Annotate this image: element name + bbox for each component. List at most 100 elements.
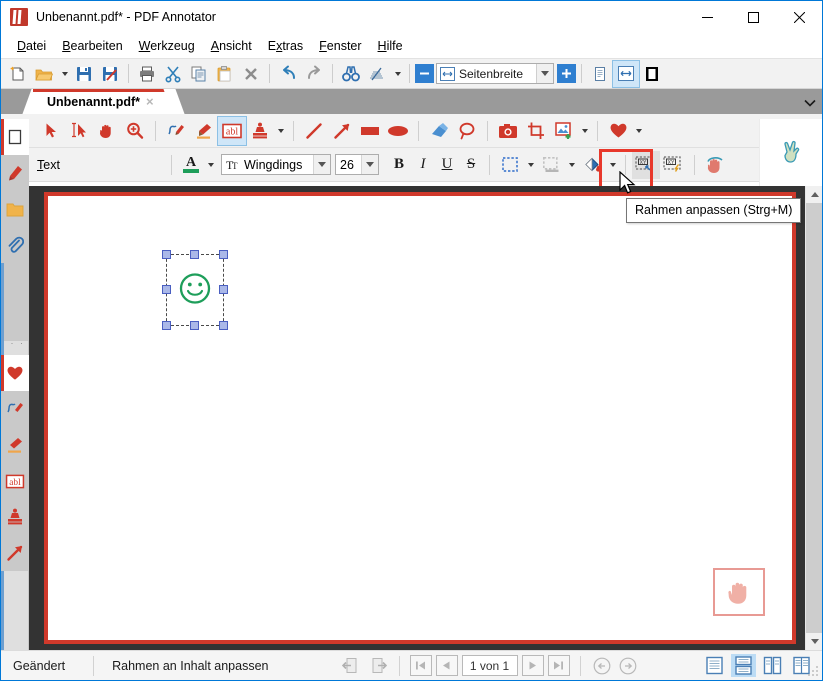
sidebar-item-bookmarks[interactable] [1, 155, 29, 191]
print-icon[interactable] [134, 61, 160, 87]
sidebar-item-favorites[interactable] [1, 355, 29, 391]
strikethrough-button[interactable]: S [459, 153, 483, 177]
hand-pan-tool-icon[interactable] [93, 117, 121, 145]
favorites-heart-tool-icon[interactable] [604, 117, 632, 145]
shadow-style-dropdown-icon[interactable] [565, 151, 578, 179]
new-document-icon[interactable] [5, 61, 31, 87]
text-select-tool-icon[interactable] [65, 117, 93, 145]
font-family-combobox[interactable]: T T Wingdings [221, 154, 331, 175]
sidebar-item-pen[interactable] [1, 391, 29, 427]
highlighter-tool-icon[interactable] [190, 117, 218, 145]
previous-view-icon[interactable] [341, 655, 363, 677]
camera-snapshot-tool-icon[interactable] [494, 117, 522, 145]
fill-color-icon[interactable] [578, 151, 606, 179]
layout-continuous-button[interactable] [731, 654, 756, 677]
shadow-style-icon[interactable] [537, 151, 565, 179]
delete-x-icon[interactable] [238, 61, 264, 87]
maximize-button[interactable] [730, 1, 776, 33]
full-screen-view-icon[interactable] [639, 61, 665, 87]
stamp-tool-icon[interactable] [246, 117, 274, 145]
tab-overflow-chevron-down-icon[interactable] [804, 96, 816, 110]
menu-ansicht[interactable]: Ansicht [203, 36, 260, 56]
textbox-tool-icon[interactable]: abl [217, 115, 247, 146]
resize-handle-bottom-right[interactable] [219, 321, 228, 330]
underline-button[interactable]: U [435, 153, 459, 177]
navigate-forward-button[interactable] [617, 655, 639, 677]
font-size-dropdown-arrow[interactable] [361, 155, 378, 174]
italic-button[interactable]: I [411, 153, 435, 177]
open-folder-icon[interactable] [31, 61, 57, 87]
border-style-icon[interactable] [496, 151, 524, 179]
window-resize-grip[interactable] [807, 665, 819, 677]
cut-scissors-icon[interactable] [160, 61, 186, 87]
minimize-button[interactable] [684, 1, 730, 33]
touch-gesture-indicator[interactable] [759, 119, 822, 186]
fill-color-dropdown-icon[interactable] [606, 151, 619, 179]
redo-icon[interactable] [301, 61, 327, 87]
select-arrow-tool-icon[interactable] [37, 117, 65, 145]
paste-icon[interactable] [212, 61, 238, 87]
resize-handle-top-right[interactable] [219, 250, 228, 259]
sidebar-resize-grip[interactable]: · · · · [1, 338, 28, 358]
font-color-icon[interactable]: A [178, 152, 204, 178]
navigate-back-button[interactable] [591, 655, 613, 677]
stamp-dropdown-icon[interactable] [274, 117, 287, 145]
open-dropdown-icon[interactable] [57, 61, 71, 87]
resize-handle-middle-right[interactable] [219, 285, 228, 294]
scroll-up-button[interactable] [806, 186, 822, 203]
insert-image-dropdown-icon[interactable] [578, 117, 591, 145]
smiley-textbox-annotation[interactable] [162, 250, 228, 330]
menu-fenster[interactable]: Fenster [311, 36, 369, 56]
page-indicator-field[interactable]: 1 von 1 [461, 655, 518, 676]
eraser-tool-icon[interactable] [425, 117, 453, 145]
binoculars-search-icon[interactable] [338, 61, 364, 87]
arrow-tool-icon[interactable] [328, 117, 356, 145]
insert-image-tool-icon[interactable] [550, 117, 578, 145]
fit-width-view-icon[interactable] [612, 59, 640, 88]
next-view-icon[interactable] [367, 655, 389, 677]
resize-handle-top-left[interactable] [162, 250, 171, 259]
line-tool-icon[interactable] [300, 117, 328, 145]
resize-handle-middle-left[interactable] [162, 285, 171, 294]
menu-werkzeug[interactable]: Werkzeug [131, 36, 203, 56]
vertical-scrollbar[interactable] [805, 186, 822, 650]
pen-tool-icon[interactable] [162, 117, 190, 145]
document-canvas[interactable] [29, 186, 822, 650]
sidebar-item-attachments[interactable] [1, 227, 29, 263]
first-page-button[interactable] [409, 655, 432, 676]
last-page-button[interactable] [547, 655, 570, 676]
rectangle-tool-icon[interactable] [356, 117, 384, 145]
ocr-dropdown-icon[interactable] [390, 61, 404, 87]
zoom-dropdown-arrow[interactable] [536, 64, 553, 83]
resize-handle-bottom-center[interactable] [190, 321, 199, 330]
tab-close-icon[interactable]: × [146, 94, 154, 109]
touch-gesture-icon[interactable] [701, 151, 729, 179]
previous-page-button[interactable] [435, 655, 458, 676]
scroll-down-button[interactable] [806, 633, 822, 650]
lasso-tool-icon[interactable] [453, 117, 481, 145]
menu-extras[interactable]: Extras [260, 36, 311, 56]
sidebar-item-stamp[interactable] [1, 499, 29, 535]
sidebar-item-textbox[interactable]: abl [1, 463, 29, 499]
bold-button[interactable]: B [387, 153, 411, 177]
fit-content-to-frame-icon[interactable]: XY [660, 151, 688, 179]
resize-handle-top-center[interactable] [190, 250, 199, 259]
zoom-magnifier-tool-icon[interactable] [121, 117, 149, 145]
ellipse-tool-icon[interactable] [384, 117, 412, 145]
undo-icon[interactable] [275, 61, 301, 87]
save-as-icon[interactable] [97, 61, 123, 87]
layout-single-page-button[interactable] [702, 654, 727, 677]
sidebar-item-arrow[interactable] [1, 535, 29, 571]
zoom-out-button[interactable] [415, 64, 434, 83]
ocr-icon[interactable] [364, 61, 390, 87]
close-button[interactable] [776, 1, 822, 33]
page-surface[interactable] [48, 196, 792, 640]
menu-datei[interactable]: Datei [9, 36, 54, 56]
border-style-dropdown-icon[interactable] [524, 151, 537, 179]
zoom-level-combobox[interactable]: Seitenbreite [436, 63, 554, 84]
sidebar-item-folder[interactable] [1, 191, 29, 227]
font-color-dropdown-icon[interactable] [204, 151, 217, 179]
menu-bearbeiten[interactable]: Bearbeiten [54, 36, 130, 56]
save-icon[interactable] [71, 61, 97, 87]
pdf-page[interactable] [44, 192, 796, 644]
